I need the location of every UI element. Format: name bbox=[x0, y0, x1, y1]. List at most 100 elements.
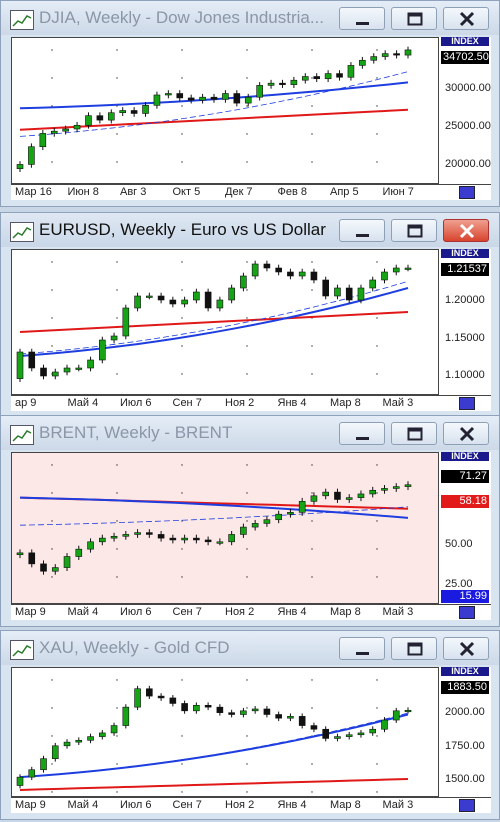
maximize-icon bbox=[407, 427, 423, 441]
grid-dot bbox=[311, 373, 313, 375]
maximize-button[interactable] bbox=[391, 7, 437, 30]
time-axis-label: Июл 6 bbox=[120, 799, 152, 811]
candle bbox=[157, 693, 165, 701]
time-axis-label: Мар 9 bbox=[15, 799, 46, 811]
candle bbox=[134, 529, 141, 538]
candle bbox=[345, 284, 353, 304]
candle bbox=[146, 685, 153, 699]
grid-dot bbox=[116, 289, 118, 291]
price-chart-area[interactable] bbox=[11, 249, 439, 395]
candle bbox=[216, 704, 224, 716]
chart-settings-icon[interactable] bbox=[459, 397, 475, 410]
minimize-button[interactable] bbox=[339, 422, 385, 445]
close-icon bbox=[459, 11, 475, 27]
chart-settings-icon[interactable] bbox=[459, 606, 475, 619]
price-axis-label: 25000.00 bbox=[445, 120, 491, 133]
grid-dot bbox=[51, 317, 53, 319]
moving-average-red bbox=[19, 778, 409, 791]
maximize-button[interactable] bbox=[391, 219, 437, 242]
grid-dot bbox=[51, 735, 53, 737]
price-axis-label: 1750.00 bbox=[445, 739, 485, 752]
chart-settings-icon[interactable] bbox=[459, 799, 475, 812]
time-axis-label: Дек 7 bbox=[225, 186, 253, 198]
candle bbox=[369, 726, 377, 736]
minimize-button[interactable] bbox=[339, 637, 385, 660]
price-axis-label: 50.00 bbox=[445, 538, 473, 551]
close-button[interactable] bbox=[443, 7, 489, 30]
time-axis-label: Май 4 bbox=[67, 397, 99, 409]
chart-settings-icon[interactable] bbox=[459, 186, 475, 199]
candle bbox=[322, 488, 329, 500]
grid-dot bbox=[51, 791, 53, 793]
candle bbox=[193, 702, 200, 714]
candle bbox=[87, 356, 94, 372]
time-axis-label: Янв 4 bbox=[277, 606, 307, 618]
grid-dot bbox=[51, 763, 53, 765]
grid-dot bbox=[311, 791, 313, 793]
candle bbox=[119, 107, 127, 117]
title-bar[interactable]: BRENT, Weekly - BRENT bbox=[1, 416, 499, 450]
candle bbox=[181, 534, 188, 544]
grid-dot bbox=[246, 289, 248, 291]
close-button[interactable] bbox=[443, 422, 489, 445]
candle bbox=[359, 56, 366, 69]
grid-dot bbox=[181, 464, 183, 466]
price-chart-area[interactable] bbox=[11, 667, 439, 797]
grid-dot bbox=[116, 576, 118, 578]
maximize-icon bbox=[407, 642, 423, 656]
candle bbox=[51, 368, 59, 380]
grid-dot bbox=[311, 520, 313, 522]
grid-dot bbox=[51, 261, 53, 263]
candle bbox=[310, 722, 318, 733]
price-chart-area[interactable] bbox=[11, 452, 439, 604]
chart-window-brent[interactable]: BRENT, Weekly - BRENTINDEX75.0050.0025.0… bbox=[0, 415, 500, 627]
candle bbox=[369, 486, 377, 498]
title-bar[interactable]: XAU, Weekly - Gold CFD bbox=[1, 631, 499, 665]
window-title: BRENT, Weekly - BRENT bbox=[39, 423, 233, 442]
grid-dot bbox=[181, 373, 183, 375]
minimize-button[interactable] bbox=[339, 219, 385, 242]
grid-dot bbox=[376, 464, 378, 466]
title-bar[interactable]: EURUSD, Weekly - Euro vs US Dollar bbox=[1, 213, 499, 247]
close-icon bbox=[459, 641, 475, 657]
title-bar[interactable]: DJIA, Weekly - Dow Jones Industria... bbox=[1, 1, 499, 35]
candle bbox=[310, 268, 318, 284]
chart-window-xau[interactable]: XAU, Weekly - Gold CFD INDEX 2000.00 1750.0… bbox=[0, 630, 500, 820]
grid-dot bbox=[376, 49, 378, 51]
candle bbox=[199, 93, 206, 104]
grid-dot bbox=[376, 261, 378, 263]
time-axis-label: Май 4 bbox=[67, 799, 99, 811]
time-axis-label: Сен 7 bbox=[172, 799, 202, 811]
candle bbox=[146, 292, 153, 300]
minimize-button[interactable] bbox=[339, 7, 385, 30]
candle bbox=[157, 530, 165, 542]
candle bbox=[87, 538, 94, 553]
candle bbox=[28, 143, 35, 168]
close-icon bbox=[459, 223, 475, 239]
grid-dot bbox=[376, 735, 378, 737]
maximize-button[interactable] bbox=[391, 637, 437, 660]
time-axis: Мар 16 Июн 8 Авг 3 Окт 5 Дек 7 Фев 8 Апр 5 Июн … bbox=[11, 184, 491, 200]
candle bbox=[99, 730, 106, 740]
candle bbox=[40, 755, 47, 773]
candle bbox=[63, 553, 71, 572]
grid-dot bbox=[246, 49, 248, 51]
maximize-button[interactable] bbox=[391, 422, 437, 445]
candle bbox=[322, 276, 329, 300]
grid-dot bbox=[311, 261, 313, 263]
close-button[interactable] bbox=[443, 219, 489, 242]
price-axis-label: 20000.00 bbox=[445, 158, 491, 171]
grid-dot bbox=[116, 492, 118, 494]
candle bbox=[310, 492, 318, 505]
price-chart-area[interactable] bbox=[11, 37, 439, 184]
grid-dot bbox=[51, 707, 53, 709]
moving-average-price-label: 58.18 bbox=[441, 495, 489, 508]
close-button[interactable] bbox=[443, 637, 489, 660]
time-axis-label: Июн 8 bbox=[67, 186, 99, 198]
chart-window-eurusd[interactable]: EURUSD, Weekly - Euro vs US Dollar INDEX 1… bbox=[0, 212, 500, 418]
grid-dot bbox=[116, 791, 118, 793]
chart-window-djia[interactable]: DJIA, Weekly - Dow Jones Industria... IND… bbox=[0, 0, 500, 207]
grid-dot bbox=[116, 707, 118, 709]
candle bbox=[39, 130, 47, 151]
candle bbox=[110, 722, 118, 736]
